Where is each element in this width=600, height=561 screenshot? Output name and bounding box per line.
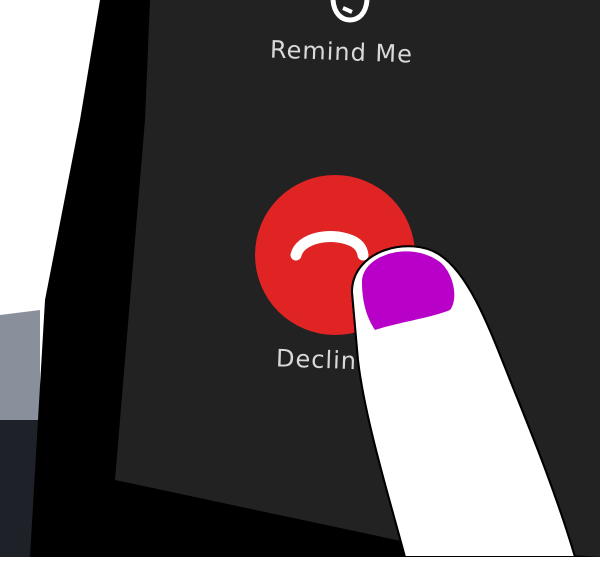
finger-occlusion	[350, 245, 577, 557]
incoming-call-photo: Remind Me Decline	[0, 0, 600, 558]
